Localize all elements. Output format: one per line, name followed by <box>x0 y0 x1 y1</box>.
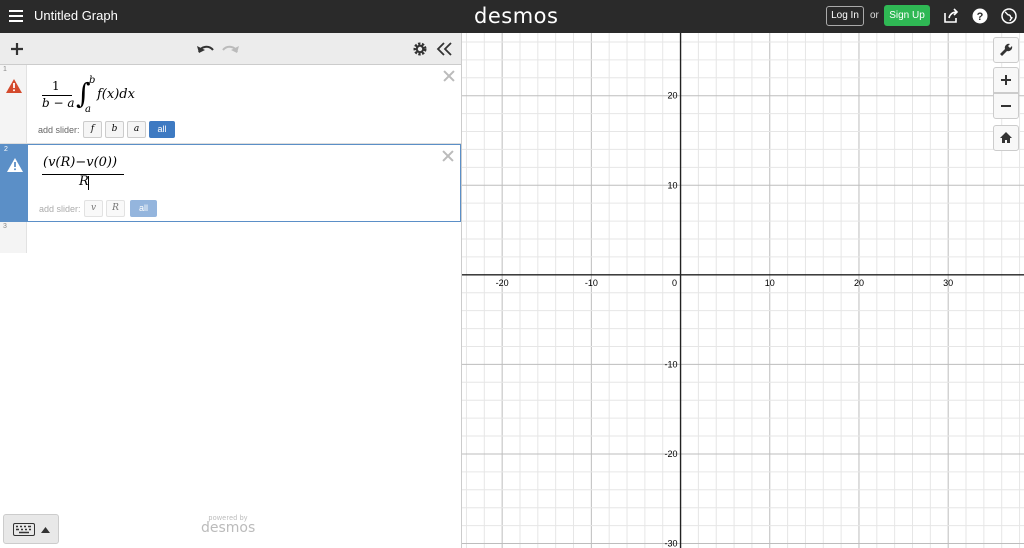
expression-number: 3 <box>3 223 7 230</box>
undo-icon[interactable] <box>193 33 217 65</box>
y-tick-label: -10 <box>665 359 678 369</box>
y-tick-label: 10 <box>668 180 678 190</box>
x-tick-label: 20 <box>854 278 864 288</box>
zoom-in-icon <box>1001 75 1011 85</box>
expression-number: 2 <box>4 146 8 153</box>
x-tick-label: 0 <box>672 278 677 288</box>
expression-toolbar <box>0 33 461 65</box>
zoom-out-button[interactable] <box>993 93 1019 119</box>
powered-by-desmos: powered by desmos <box>201 515 255 536</box>
slider-a-button[interactable]: a <box>127 121 146 138</box>
expression-row-1[interactable]: 1 1 b − a ∫ b a f(x)dx add slider: f b a… <box>0 65 461 144</box>
wrench-icon <box>1000 43 1013 56</box>
home-icon <box>1000 132 1012 143</box>
expression-row-2[interactable]: 2 (v(R)−v(0)) R add slider: v R all <box>0 144 461 222</box>
caret-up-icon <box>41 527 50 533</box>
graph-grid[interactable]: -20 -10 0 10 20 30 20 10 -10 -20 -30 <box>462 33 1024 548</box>
x-tick-label: -20 <box>496 278 509 288</box>
zoom-out-icon <box>1001 105 1011 107</box>
settings-icon[interactable] <box>408 33 432 65</box>
fraction-numerator: (v(R)−v(0)) <box>43 155 118 170</box>
graph-title[interactable]: Untitled Graph <box>34 8 118 23</box>
y-tick-label: -20 <box>665 449 678 459</box>
graph-settings-button[interactable] <box>993 37 1019 63</box>
warning-icon[interactable] <box>6 79 22 93</box>
slider-all-button[interactable]: all <box>130 200 157 217</box>
slider-b-button[interactable]: b <box>105 121 124 138</box>
signup-button[interactable]: Sign Up <box>884 5 930 26</box>
integral-upper-bound: b <box>89 75 96 86</box>
expression-panel: 1 1 b − a ∫ b a f(x)dx add slider: f b a… <box>0 33 462 548</box>
add-icon[interactable] <box>5 33 29 65</box>
slider-all-button[interactable]: all <box>149 121 175 138</box>
y-tick-label: -30 <box>665 539 678 548</box>
svg-text:?: ? <box>977 11 984 23</box>
fraction-numerator: 1 <box>52 79 60 93</box>
zoom-in-button[interactable] <box>993 67 1019 93</box>
graph-paper[interactable]: -20 -10 0 10 20 30 20 10 -10 -20 -30 <box>462 33 1024 548</box>
keyboard-icon <box>13 523 35 536</box>
integrand: f(x)dx <box>97 87 135 102</box>
x-tick-label: 10 <box>765 278 775 288</box>
expression-gutter[interactable]: 2 <box>1 145 28 221</box>
expression-number: 1 <box>3 66 7 73</box>
slider-r-button[interactable]: R <box>106 200 125 217</box>
expression-gutter[interactable]: 3 <box>0 222 27 253</box>
add-slider-label: add slider: <box>38 125 80 135</box>
default-zoom-button[interactable] <box>993 125 1019 151</box>
top-bar: Untitled Graph desmos Log In or Sign Up … <box>0 0 1024 33</box>
slider-f-button[interactable]: f <box>83 121 102 138</box>
add-slider-row: add slider: v R all <box>39 200 169 217</box>
expression-row-3[interactable]: 3 <box>0 222 461 253</box>
help-icon[interactable]: ? <box>972 8 988 24</box>
x-tick-label: 30 <box>943 278 953 288</box>
menu-icon[interactable] <box>9 10 23 22</box>
powered-by-brand: desmos <box>201 520 256 536</box>
add-slider-row: add slider: f b a all <box>38 121 188 138</box>
delete-expression-button[interactable] <box>442 150 454 162</box>
login-button[interactable]: Log In <box>826 6 864 26</box>
share-icon[interactable] <box>943 8 959 24</box>
text-cursor <box>88 176 89 190</box>
expression-gutter[interactable]: 1 <box>0 65 27 143</box>
fraction-denominator: b − a <box>42 96 75 110</box>
desmos-logo: desmos <box>474 4 559 28</box>
add-slider-label: add slider: <box>39 204 81 214</box>
slider-v-button[interactable]: v <box>84 200 103 217</box>
redo-icon[interactable] <box>219 33 243 65</box>
keyboard-toggle-button[interactable] <box>3 514 59 544</box>
y-tick-label: 20 <box>668 91 678 101</box>
or-text: or <box>870 10 879 21</box>
delete-expression-button[interactable] <box>443 70 455 82</box>
collapse-icon[interactable] <box>433 33 457 65</box>
language-icon[interactable] <box>1001 8 1017 24</box>
integral-lower-bound: a <box>85 104 91 115</box>
x-tick-label: -10 <box>585 278 598 288</box>
warning-icon[interactable] <box>7 158 23 172</box>
